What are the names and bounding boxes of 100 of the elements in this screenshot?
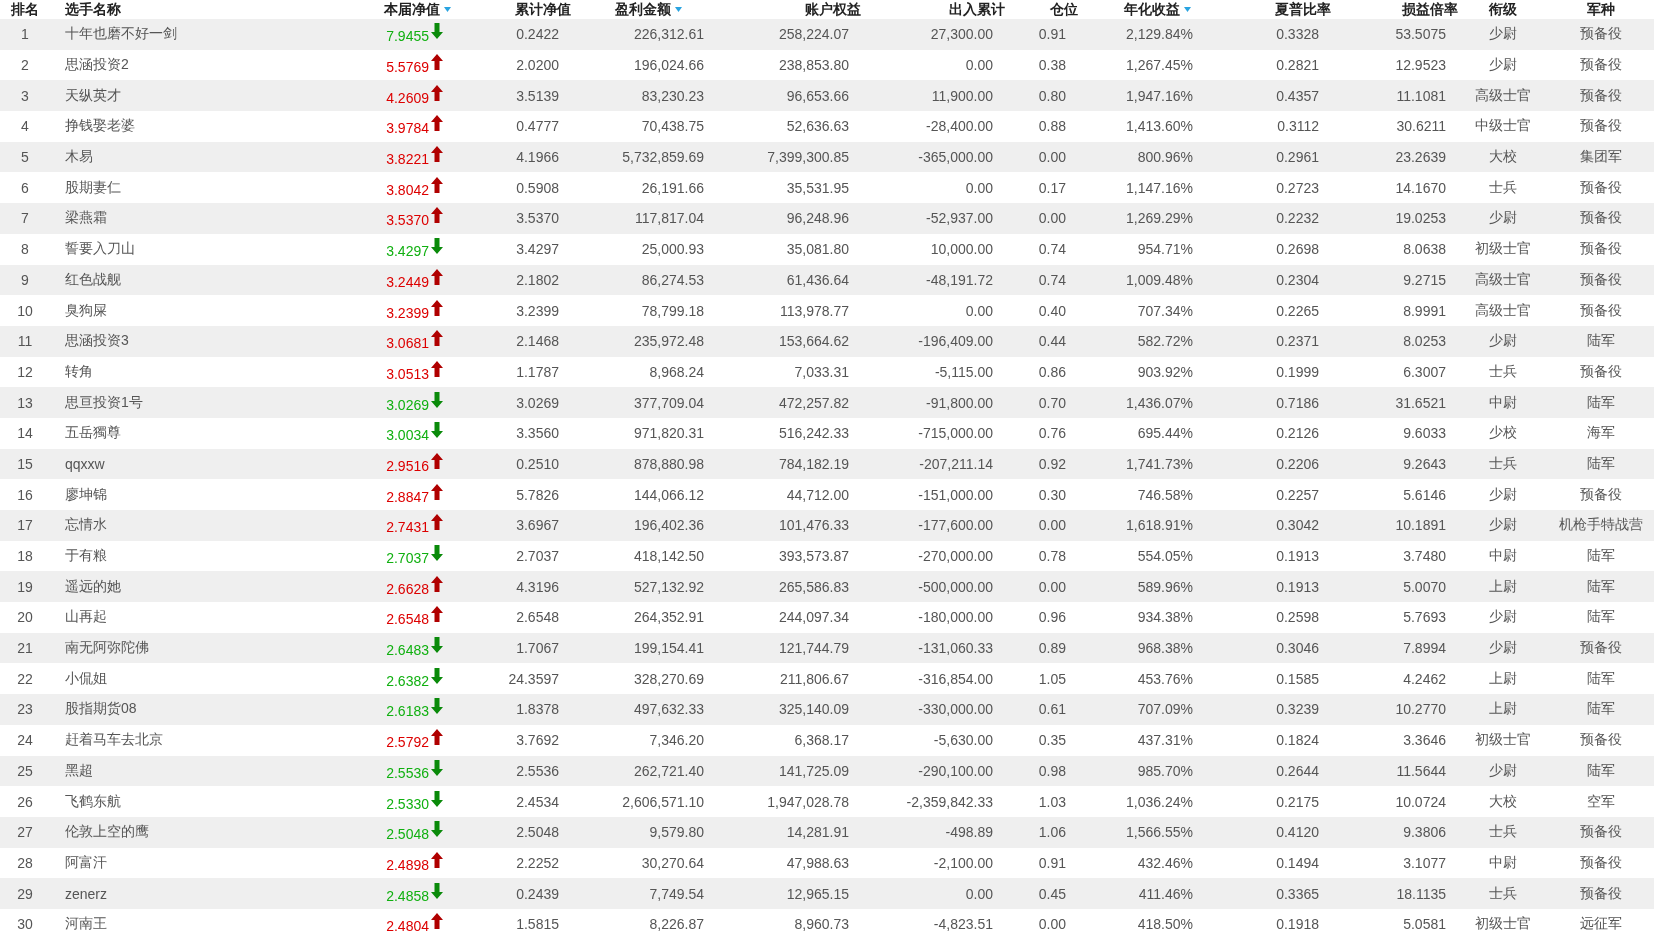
table-cell: 士兵 [1489,178,1517,197]
table-cell: -196,409.00 [918,333,993,350]
table-cell: 903.92% [1137,363,1193,380]
table-cell: 1,413.60% [1126,118,1193,135]
table-cell: 1,147.16% [1126,179,1193,196]
sort-triangle-icon[interactable] [444,7,451,12]
column-header[interactable]: 衔级 [1489,0,1517,19]
table-cell: 士兵 [1489,362,1517,381]
table-cell: 0.35 [1038,732,1066,749]
table-cell: 陆军 [1587,332,1615,351]
table-cell: 0.2510 [516,455,559,472]
table-cell: 思涵投资2 [65,56,129,75]
column-header[interactable]: 盈利金额 [615,0,671,19]
table-cell: 28 [17,854,33,871]
table-cell: -28,400.00 [926,118,993,135]
table-cell: -5,115.00 [934,363,993,380]
table-cell: 0.7186 [1276,394,1319,411]
table-cell: 393,573.87 [778,548,849,565]
table-cell: 2.1468 [516,333,559,350]
table-cell: -91,800.00 [926,394,993,411]
table-cell: 1,267.45% [1126,57,1193,74]
table-cell: 预备役 [1580,56,1622,75]
table-cell: 集团军 [1580,148,1622,167]
table-cell: 3.7480 [1403,548,1446,565]
column-header[interactable]: 出入累计 [949,0,1005,19]
table-cell: 2.6628 [386,580,429,597]
table-cell: 12 [17,363,33,380]
table-cell: 19.0253 [1395,210,1446,227]
table-cell: 582.72% [1137,333,1193,350]
column-header[interactable]: 本届净值 [384,0,440,19]
column-header[interactable]: 仓位 [1050,0,1078,19]
table-cell: 52,636.63 [786,118,849,135]
table-cell: 陆军 [1587,577,1615,596]
table-cell: 878,880.98 [633,455,704,472]
column-header[interactable]: 排名 [11,0,39,19]
table-cell: 高级士官 [1475,301,1531,320]
table-cell: 0.92 [1038,455,1066,472]
table-cell: 1,947,028.78 [767,793,849,810]
table-cell: 0.80 [1038,87,1066,104]
table-cell: 25,000.93 [641,241,704,258]
table-cell: 10.1891 [1395,517,1446,534]
table-cell: 7.9455 [386,28,429,45]
table-cell: 0.3112 [1277,118,1319,135]
table-cell: 陆军 [1587,761,1615,780]
table-cell: 少尉 [1489,761,1517,780]
table-cell: 0.2598 [1276,609,1319,626]
table-cell: 0.2371 [1276,333,1319,350]
table-cell: 11.5644 [1396,762,1446,779]
table-cell: 968.38% [1137,640,1193,657]
table-cell: 3.3560 [516,425,559,442]
table-cell: 3.0034 [386,427,429,444]
table-cell: 113,978.77 [779,302,849,319]
table-cell: 2.0200 [516,57,559,74]
table-cell: 3.0269 [386,396,429,413]
column-header[interactable]: 选手名称 [65,0,121,19]
table-cell: 4.1966 [516,149,559,166]
table-cell: -316,854.00 [918,670,993,687]
table-cell: 4 [21,118,29,135]
table-cell: 83,230.23 [641,87,704,104]
table-cell: 86,274.53 [641,271,704,288]
table-cell: 上尉 [1489,669,1517,688]
table-cell: 木易 [65,148,93,167]
table-cell: 大校 [1489,148,1517,167]
column-header[interactable]: 账户权益 [805,0,861,19]
table-cell: 转角 [65,362,93,381]
column-header[interactable]: 年化收益 [1124,0,1180,19]
table-cell: 预备役 [1580,25,1622,44]
table-cell: 0.2265 [1276,302,1319,319]
table-cell: 3.5370 [516,210,559,227]
table-cell: -177,600.00 [918,517,993,534]
table-cell: 196,402.36 [633,517,704,534]
table-cell: 0.88 [1038,118,1066,135]
sort-triangle-icon[interactable] [1184,7,1191,12]
table-cell: 3.2449 [386,273,429,290]
table-cell: 30.6211 [1396,118,1446,135]
table-cell: 廖坤锦 [65,485,107,504]
table-cell: 6,368.17 [794,732,849,749]
table-cell: 70,438.75 [641,118,704,135]
table-cell: 0.98 [1038,762,1066,779]
table-cell: 0.1494 [1276,854,1319,871]
table-cell: 陆军 [1587,393,1615,412]
table-cell: 1,618.91% [1126,517,1193,534]
sort-triangle-icon[interactable] [675,7,682,12]
table-cell: 伦敦上空的鹰 [65,823,149,842]
table-cell: -715,000.00 [918,425,993,442]
table-cell: 2.2252 [516,854,559,871]
table-cell: 预备役 [1580,270,1622,289]
column-header[interactable]: 军种 [1587,0,1615,19]
table-cell: 30 [17,916,33,933]
table-cell: 中尉 [1489,547,1517,566]
column-header[interactable]: 损益倍率 [1402,0,1458,19]
table-cell: 2.5330 [386,795,429,812]
table-cell: 0.44 [1038,333,1066,350]
table-cell: 初级士官 [1475,915,1531,934]
table-cell: 264,352.91 [633,609,704,626]
table-cell: 8,968.24 [649,363,704,380]
column-header[interactable]: 累计净值 [515,0,571,19]
column-header[interactable]: 夏普比率 [1275,0,1331,19]
table-cell: 1.8378 [516,701,559,718]
table-cell: 少尉 [1489,209,1517,228]
